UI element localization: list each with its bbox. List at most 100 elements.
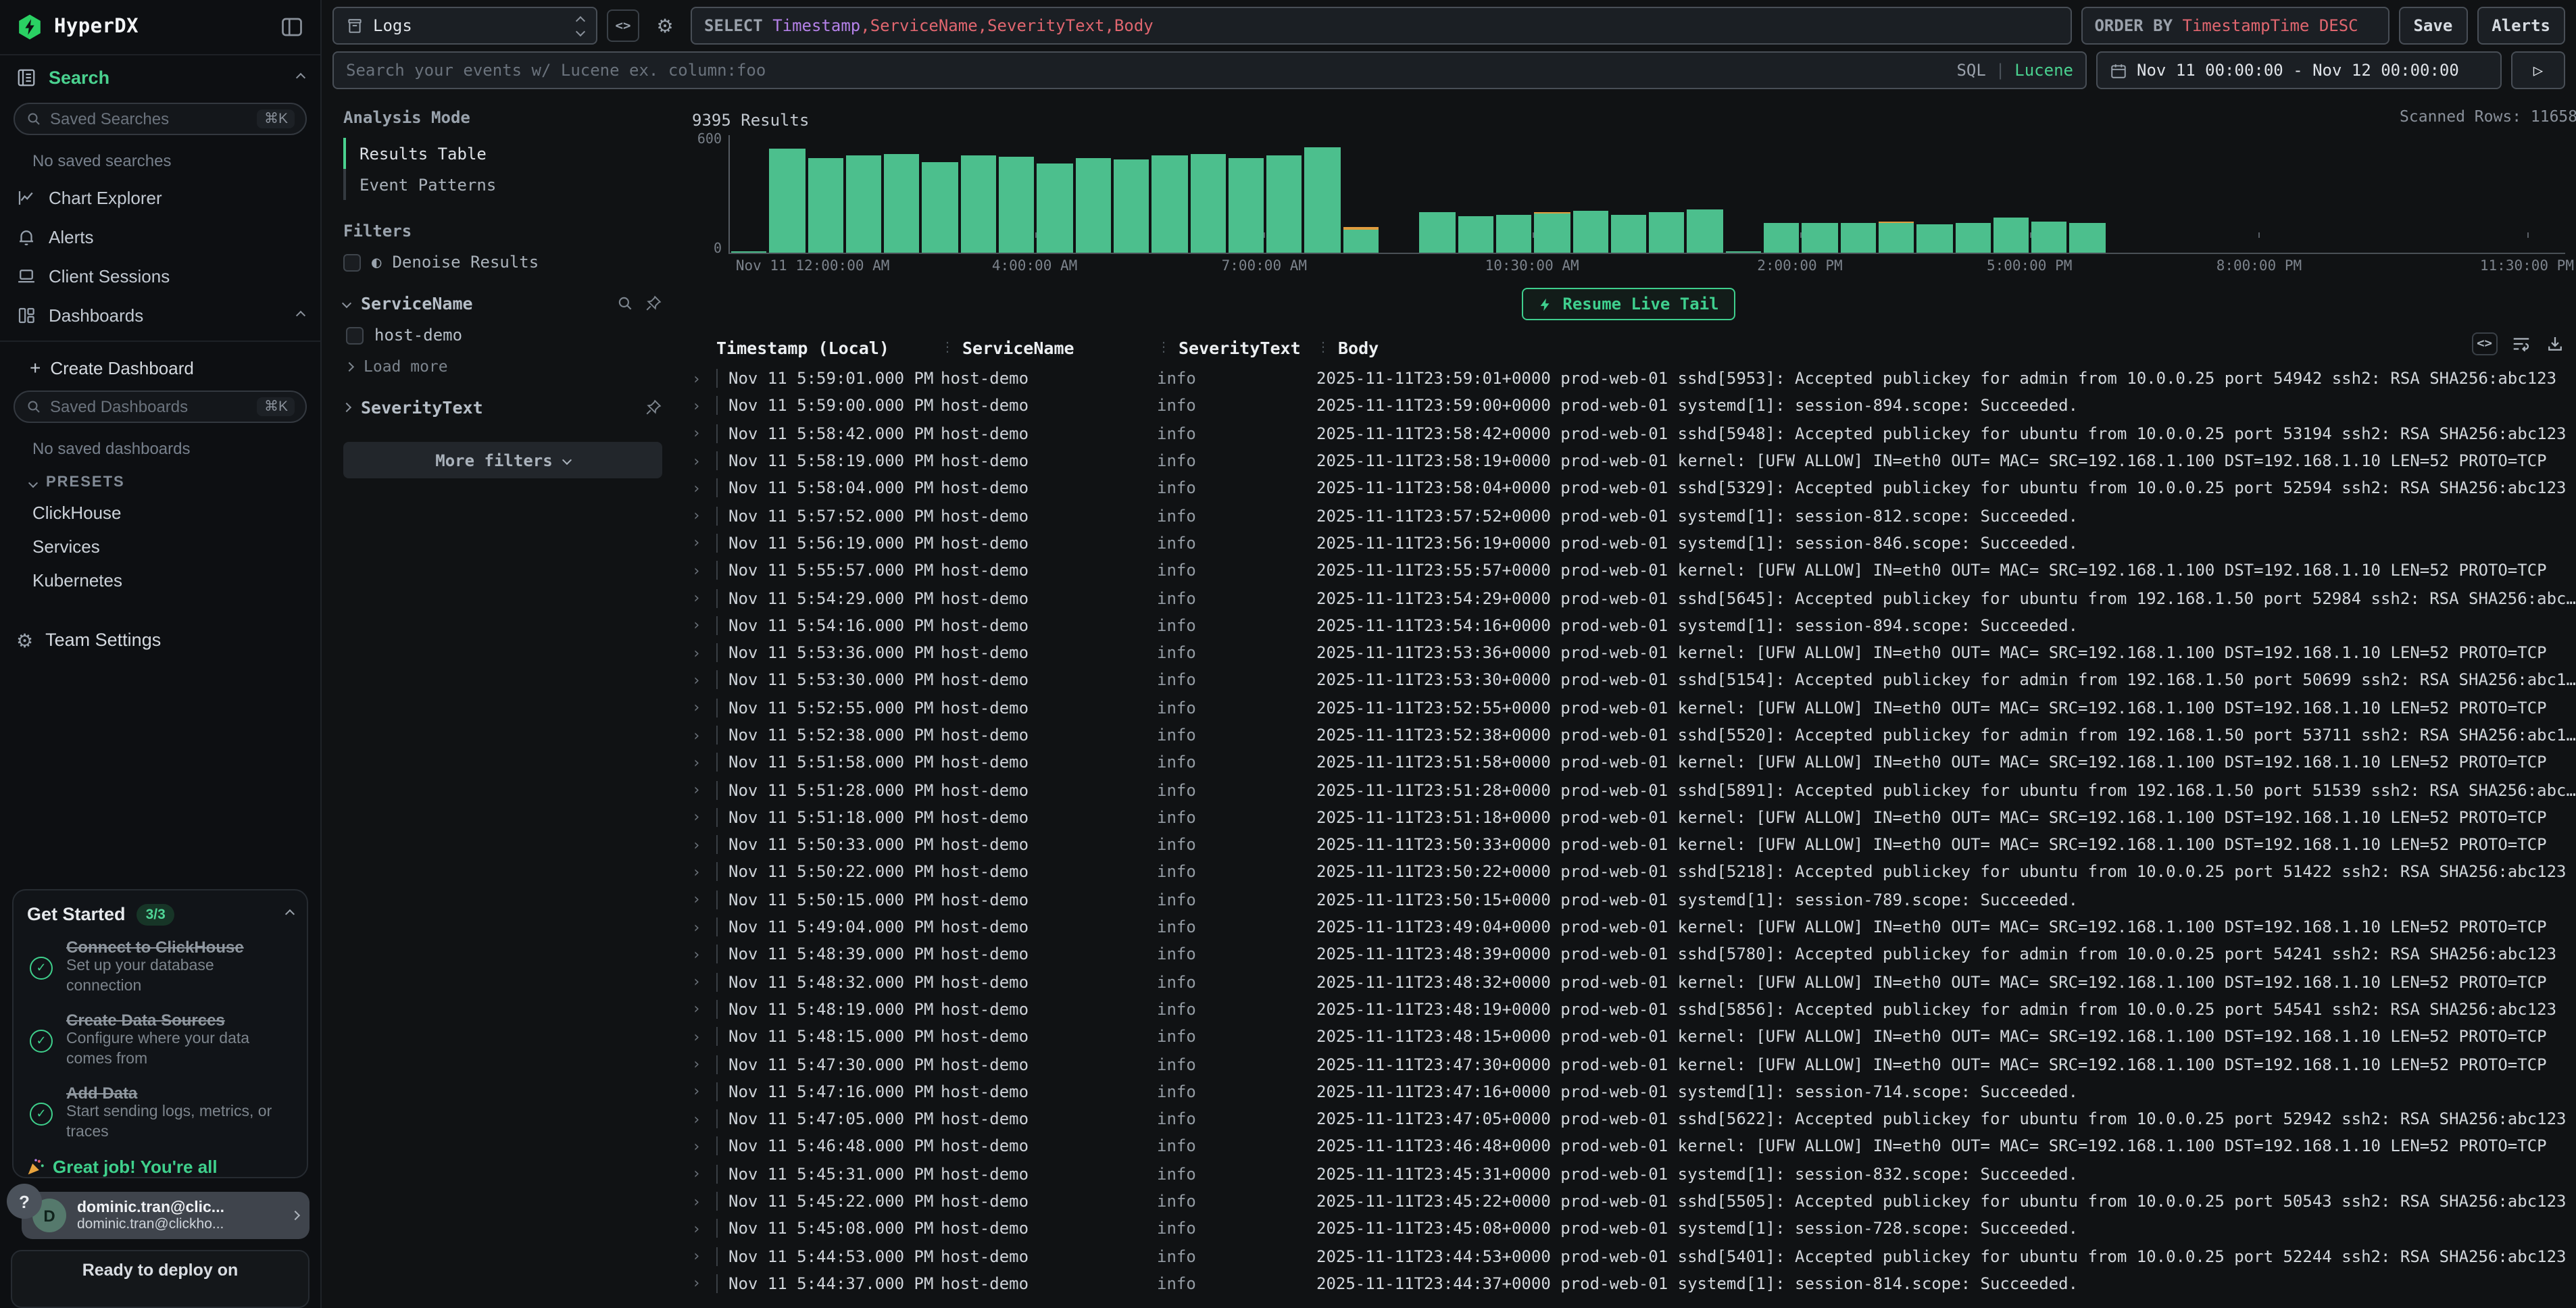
load-more-button[interactable]: Load more bbox=[346, 357, 662, 376]
sidebar-item-team-settings[interactable]: ⚙ Team Settings bbox=[0, 619, 320, 661]
expand-chevron-icon[interactable]: › bbox=[681, 836, 716, 853]
table-row[interactable]: › Nov 11 5:48:19.000 PM host-demo info 2… bbox=[681, 996, 2576, 1024]
col-timestamp[interactable]: Timestamp (Local) bbox=[716, 337, 941, 357]
view-source-icon[interactable]: <> bbox=[2471, 332, 2498, 355]
table-row[interactable]: › Nov 11 5:54:16.000 PM host-demo info 2… bbox=[681, 611, 2576, 639]
expand-chevron-icon[interactable]: › bbox=[681, 370, 716, 387]
expand-chevron-icon[interactable]: › bbox=[681, 1165, 716, 1183]
expand-chevron-icon[interactable]: › bbox=[681, 946, 716, 963]
table-row[interactable]: › Nov 11 5:59:00.000 PM host-demo info 2… bbox=[681, 393, 2576, 420]
wrap-lines-icon[interactable] bbox=[2511, 334, 2531, 354]
expand-chevron-icon[interactable]: › bbox=[681, 534, 716, 552]
checkbox[interactable] bbox=[343, 253, 361, 271]
select-clause-input[interactable]: SELECT Timestamp,ServiceName,SeverityTex… bbox=[691, 7, 2071, 45]
expand-chevron-icon[interactable]: › bbox=[681, 1083, 716, 1101]
sidebar-item-client-sessions[interactable]: Client Sessions bbox=[0, 257, 320, 296]
denoise-results-checkbox-row[interactable]: ◐ Denoise Results bbox=[343, 253, 662, 272]
col-body[interactable]: ⋮Body bbox=[1316, 337, 2454, 357]
table-row[interactable]: › Nov 11 5:51:58.000 PM host-demo info 2… bbox=[681, 749, 2576, 776]
resume-live-tail-button[interactable]: Resume Live Tail bbox=[1522, 288, 1735, 320]
sidebar-item-search[interactable]: Search bbox=[0, 55, 320, 100]
table-row[interactable]: › Nov 11 5:48:39.000 PM host-demo info 2… bbox=[681, 940, 2576, 968]
col-servicename[interactable]: ⋮ServiceName bbox=[941, 337, 1157, 357]
expand-chevron-icon[interactable]: › bbox=[681, 1001, 716, 1018]
help-button[interactable]: ? bbox=[7, 1184, 42, 1219]
expand-chevron-icon[interactable]: › bbox=[681, 699, 716, 716]
column-grip-icon[interactable]: ⋮ bbox=[941, 340, 954, 355]
table-row[interactable]: › Nov 11 5:48:15.000 PM host-demo info 2… bbox=[681, 1023, 2576, 1051]
expand-chevron-icon[interactable]: › bbox=[681, 1055, 716, 1073]
table-row[interactable]: › Nov 11 5:49:04.000 PM host-demo info 2… bbox=[681, 913, 2576, 941]
search-icon[interactable] bbox=[616, 295, 634, 312]
user-menu[interactable]: D dominic.tran@clic... dominic.tran@clic… bbox=[22, 1192, 309, 1239]
preset-clickhouse[interactable]: ClickHouse bbox=[0, 496, 320, 530]
expand-chevron-icon[interactable]: › bbox=[681, 1110, 716, 1128]
expand-chevron-icon[interactable]: › bbox=[681, 781, 716, 799]
expand-chevron-icon[interactable]: › bbox=[681, 561, 716, 579]
expand-chevron-icon[interactable]: › bbox=[681, 617, 716, 634]
expand-chevron-icon[interactable]: › bbox=[681, 507, 716, 524]
table-row[interactable]: › Nov 11 5:47:30.000 PM host-demo info 2… bbox=[681, 1051, 2576, 1078]
date-range-picker[interactable]: Nov 11 00:00:00 - Nov 12 00:00:00 bbox=[2096, 51, 2502, 89]
table-row[interactable]: › Nov 11 5:45:31.000 PM host-demo info 2… bbox=[681, 1160, 2576, 1188]
column-grip-icon[interactable]: ⋮ bbox=[1157, 340, 1170, 355]
expand-chevron-icon[interactable]: › bbox=[681, 672, 716, 689]
table-row[interactable]: › Nov 11 5:46:48.000 PM host-demo info 2… bbox=[681, 1133, 2576, 1161]
expand-chevron-icon[interactable]: › bbox=[681, 726, 716, 744]
table-row[interactable]: › Nov 11 5:54:29.000 PM host-demo info 2… bbox=[681, 584, 2576, 612]
table-row[interactable]: › Nov 11 5:45:08.000 PM host-demo info 2… bbox=[681, 1215, 2576, 1242]
run-query-button[interactable]: ▷ bbox=[2511, 51, 2565, 89]
column-grip-icon[interactable]: ⋮ bbox=[1316, 340, 1330, 355]
expand-chevron-icon[interactable]: › bbox=[681, 397, 716, 415]
events-histogram[interactable]: 600 0 Nov 11 12:00:00 AM4:00:00 AM7:00:0… bbox=[692, 135, 2568, 276]
expand-chevron-icon[interactable]: › bbox=[681, 809, 716, 826]
filter-option-host-demo[interactable]: host-demo bbox=[346, 326, 662, 345]
mode-results-table[interactable]: Results Table bbox=[343, 138, 662, 169]
more-filters-button[interactable]: More filters bbox=[343, 442, 662, 478]
expand-chevron-icon[interactable]: › bbox=[681, 1138, 716, 1155]
expand-chevron-icon[interactable]: › bbox=[681, 1220, 716, 1238]
table-row[interactable]: › Nov 11 5:57:52.000 PM host-demo info 2… bbox=[681, 502, 2576, 530]
col-severitytext[interactable]: ⋮SeverityText bbox=[1157, 337, 1316, 357]
table-row[interactable]: › Nov 11 5:55:57.000 PM host-demo info 2… bbox=[681, 557, 2576, 584]
table-row[interactable]: › Nov 11 5:56:19.000 PM host-demo info 2… bbox=[681, 530, 2576, 557]
expand-chevron-icon[interactable]: › bbox=[681, 644, 716, 661]
source-select[interactable]: Logs bbox=[332, 7, 597, 45]
table-row[interactable]: › Nov 11 5:44:37.000 PM host-demo info 2… bbox=[681, 1270, 2576, 1298]
expand-chevron-icon[interactable]: › bbox=[681, 1247, 716, 1265]
table-row[interactable]: › Nov 11 5:51:28.000 PM host-demo info 2… bbox=[681, 776, 2576, 804]
source-settings-gear-icon[interactable]: ⚙ bbox=[649, 9, 681, 42]
presets-toggle[interactable]: PRESETS bbox=[0, 466, 320, 496]
expand-chevron-icon[interactable]: › bbox=[681, 589, 716, 607]
table-row[interactable]: › Nov 11 5:58:19.000 PM host-demo info 2… bbox=[681, 447, 2576, 475]
table-row[interactable]: › Nov 11 5:52:55.000 PM host-demo info 2… bbox=[681, 694, 2576, 722]
expand-chevron-icon[interactable]: › bbox=[681, 1192, 716, 1210]
table-row[interactable]: › Nov 11 5:51:18.000 PM host-demo info 2… bbox=[681, 804, 2576, 832]
download-icon[interactable] bbox=[2545, 334, 2565, 354]
chevron-up-icon[interactable] bbox=[285, 910, 295, 920]
edit-sql-icon[interactable]: <> bbox=[607, 9, 639, 42]
expand-chevron-icon[interactable]: › bbox=[681, 891, 716, 909]
sidebar-item-chart-explorer[interactable]: Chart Explorer bbox=[0, 178, 320, 218]
mode-event-patterns[interactable]: Event Patterns bbox=[343, 169, 662, 200]
table-row[interactable]: › Nov 11 5:52:38.000 PM host-demo info 2… bbox=[681, 722, 2576, 749]
table-row[interactable]: › Nov 11 5:59:01.000 PM host-demo info 2… bbox=[681, 365, 2576, 393]
search-input[interactable]: Search your events w/ Lucene ex. column:… bbox=[332, 51, 2087, 89]
collapse-sidebar-icon[interactable] bbox=[280, 15, 304, 39]
histogram-bars[interactable] bbox=[728, 135, 2565, 254]
chevron-up-icon[interactable] bbox=[296, 73, 305, 82]
alerts-button[interactable]: Alerts bbox=[2477, 7, 2565, 45]
table-row[interactable]: › Nov 11 5:53:30.000 PM host-demo info 2… bbox=[681, 667, 2576, 695]
table-row[interactable]: › Nov 11 5:48:32.000 PM host-demo info 2… bbox=[681, 968, 2576, 996]
expand-chevron-icon[interactable]: › bbox=[681, 1275, 716, 1292]
pin-icon[interactable] bbox=[645, 295, 662, 312]
table-row[interactable]: › Nov 11 5:50:33.000 PM host-demo info 2… bbox=[681, 831, 2576, 859]
language-toggle-lucene[interactable]: Lucene bbox=[2014, 61, 2073, 80]
checkbox[interactable] bbox=[346, 326, 364, 344]
table-row[interactable]: › Nov 11 5:47:05.000 PM host-demo info 2… bbox=[681, 1105, 2576, 1133]
expand-chevron-icon[interactable]: › bbox=[681, 918, 716, 936]
sidebar-item-dashboards[interactable]: Dashboards bbox=[0, 296, 320, 335]
pin-icon[interactable] bbox=[645, 399, 662, 416]
table-row[interactable]: › Nov 11 5:53:36.000 PM host-demo info 2… bbox=[681, 639, 2576, 667]
table-row[interactable]: › Nov 11 5:44:53.000 PM host-demo info 2… bbox=[681, 1242, 2576, 1270]
